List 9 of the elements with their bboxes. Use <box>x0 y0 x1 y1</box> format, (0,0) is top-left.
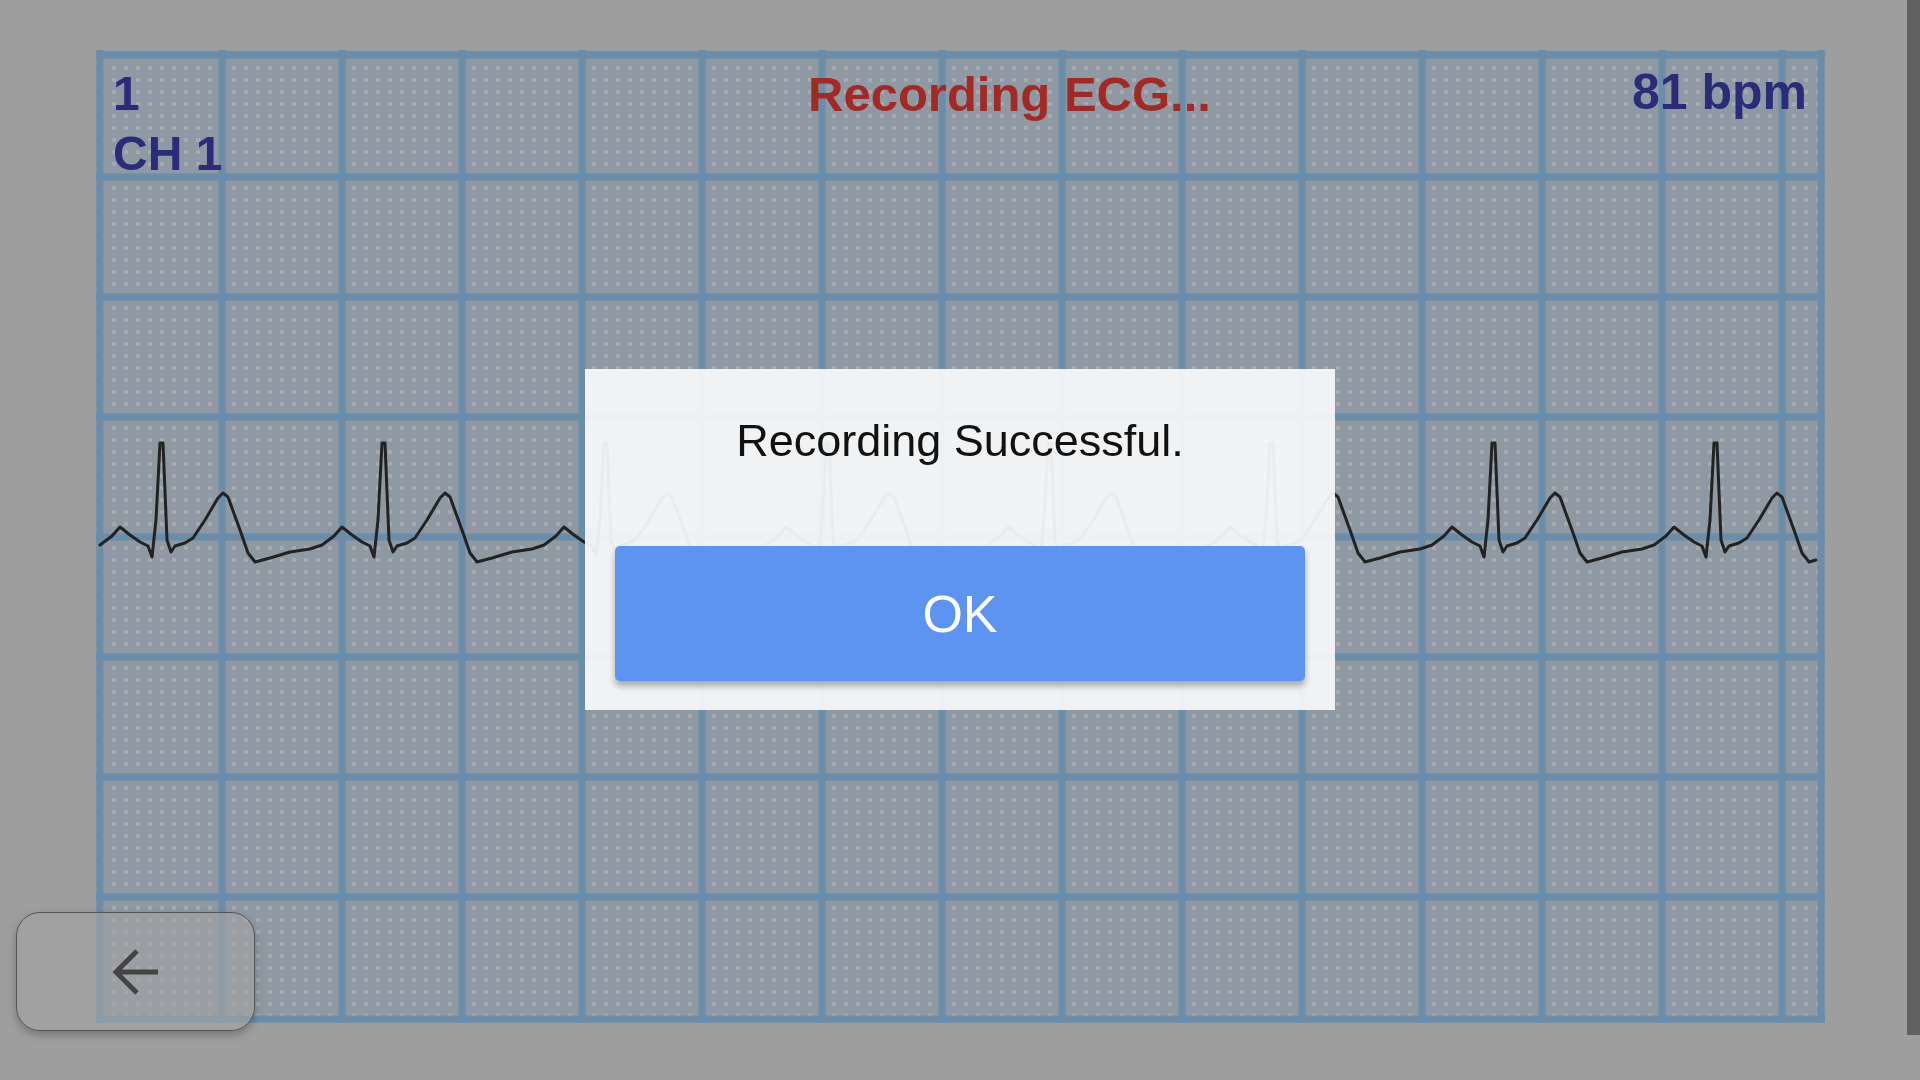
channel-label: CH 1 <box>113 126 223 182</box>
scrollbar-thumb[interactable] <box>1907 0 1920 1035</box>
recording-status: Recording ECG... <box>808 66 1211 123</box>
lead-label: 1 <box>113 66 141 122</box>
dialog-message: Recording Successful. <box>736 418 1184 463</box>
back-button[interactable] <box>16 912 255 1031</box>
back-arrow-icon <box>111 947 160 996</box>
heart-rate: 81 bpm <box>1631 63 1807 122</box>
ok-button[interactable]: OK <box>615 546 1305 681</box>
